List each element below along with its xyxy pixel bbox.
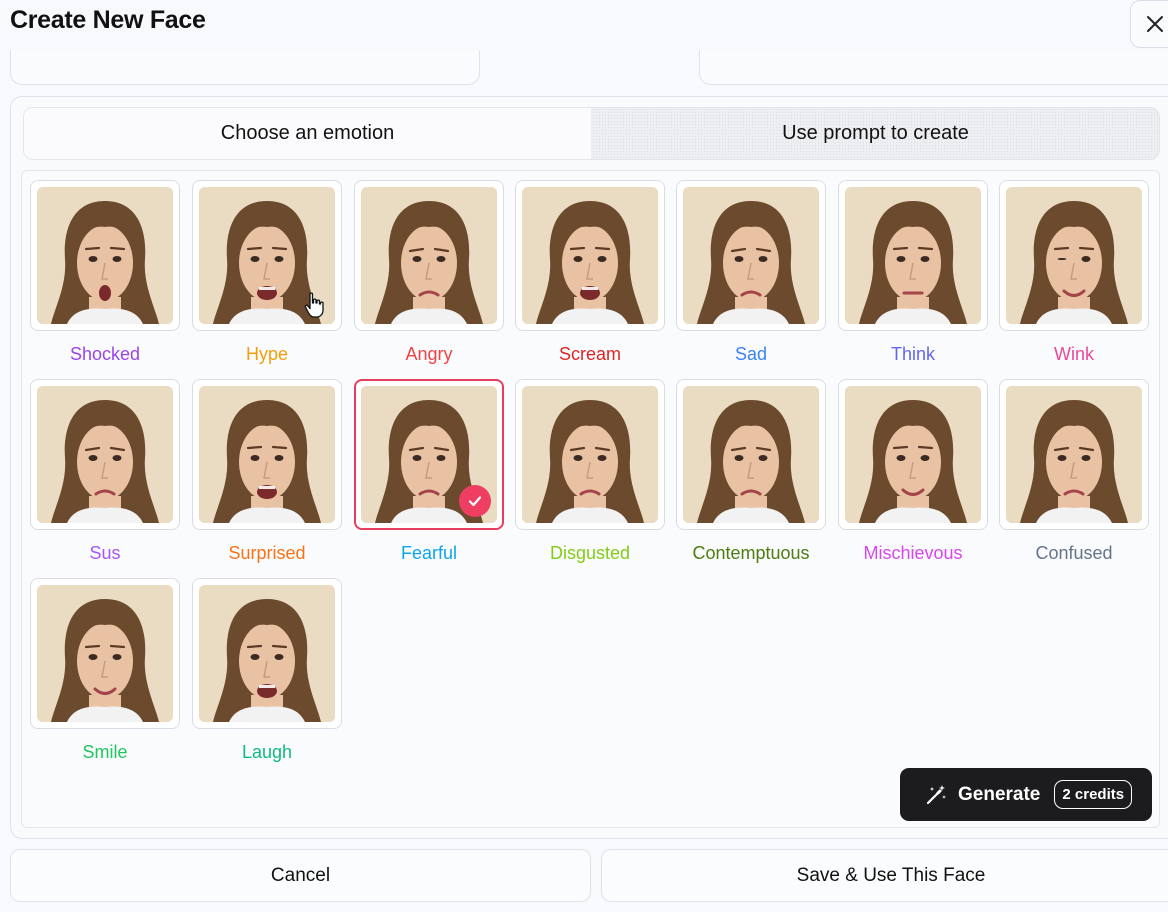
close-icon [1147,16,1163,32]
face-photo [361,386,497,523]
emotion-card-wink[interactable] [999,180,1149,331]
generate-button[interactable]: Generate 2 credits [900,768,1152,821]
emotion-label[interactable]: Hype [192,344,342,365]
emotion-card-confused[interactable] [999,379,1149,530]
check-icon [459,485,491,517]
top-field-right[interactable] [699,50,1168,85]
emotion-label[interactable]: Mischievous [838,543,988,564]
face-photo [522,386,658,523]
face-photo [37,187,173,324]
dialog-title: Create New Face [10,6,206,34]
emotion-card-surprised[interactable] [192,379,342,530]
face-photo [199,386,335,523]
face-photo [683,187,819,324]
face-photo [845,187,981,324]
face-photo [1006,187,1142,324]
face-photo [683,386,819,523]
tab-use-prompt[interactable]: Use prompt to create [592,108,1159,159]
emotion-card-smile[interactable] [30,578,180,729]
emotion-label[interactable]: Sus [30,543,180,564]
emotion-label[interactable]: Surprised [192,543,342,564]
emotion-card-shocked[interactable] [30,180,180,331]
emotion-label[interactable]: Confused [999,543,1149,564]
emotion-card-laugh[interactable] [192,578,342,729]
face-photo [37,386,173,523]
face-photo [845,386,981,523]
generate-label: Generate [958,783,1041,805]
save-use-face-button[interactable]: Save & Use This Face [601,849,1168,902]
magic-wand-icon [926,784,946,804]
face-photo [522,187,658,324]
hand-cursor-icon [304,292,324,318]
close-button[interactable] [1130,0,1168,48]
emotion-card-disgusted[interactable] [515,379,665,530]
face-photo [361,187,497,324]
emotion-label[interactable]: Smile [30,742,180,763]
emotion-label[interactable]: Sad [676,344,826,365]
emotion-label[interactable]: Scream [515,344,665,365]
emotion-card-sus[interactable] [30,379,180,530]
emotion-label[interactable]: Think [838,344,988,365]
emotion-label[interactable]: Wink [999,344,1149,365]
top-field-left[interactable] [10,50,480,85]
emotion-card-scream[interactable] [515,180,665,331]
face-photo [37,585,173,722]
emotion-card-angry[interactable] [354,180,504,331]
mode-tabs: Choose an emotion Use prompt to create [23,107,1160,160]
credits-badge: 2 credits [1054,780,1133,809]
emotion-label[interactable]: Angry [354,344,504,365]
emotion-card-think[interactable] [838,180,988,331]
emotion-label[interactable]: Disgusted [515,543,665,564]
emotion-label[interactable]: Shocked [30,344,180,365]
emotion-card-mischievous[interactable] [838,379,988,530]
face-photo [199,585,335,722]
face-photo [1006,386,1142,523]
emotion-card-fearful[interactable] [354,379,504,530]
emotion-label[interactable]: Fearful [354,543,504,564]
emotion-card-sad[interactable] [676,180,826,331]
emotion-label[interactable]: Laugh [192,742,342,763]
cancel-button[interactable]: Cancel [10,849,591,902]
tab-choose-emotion[interactable]: Choose an emotion [24,108,592,159]
emotion-label[interactable]: Contemptuous [676,543,826,564]
emotion-card-contemptuous[interactable] [676,379,826,530]
